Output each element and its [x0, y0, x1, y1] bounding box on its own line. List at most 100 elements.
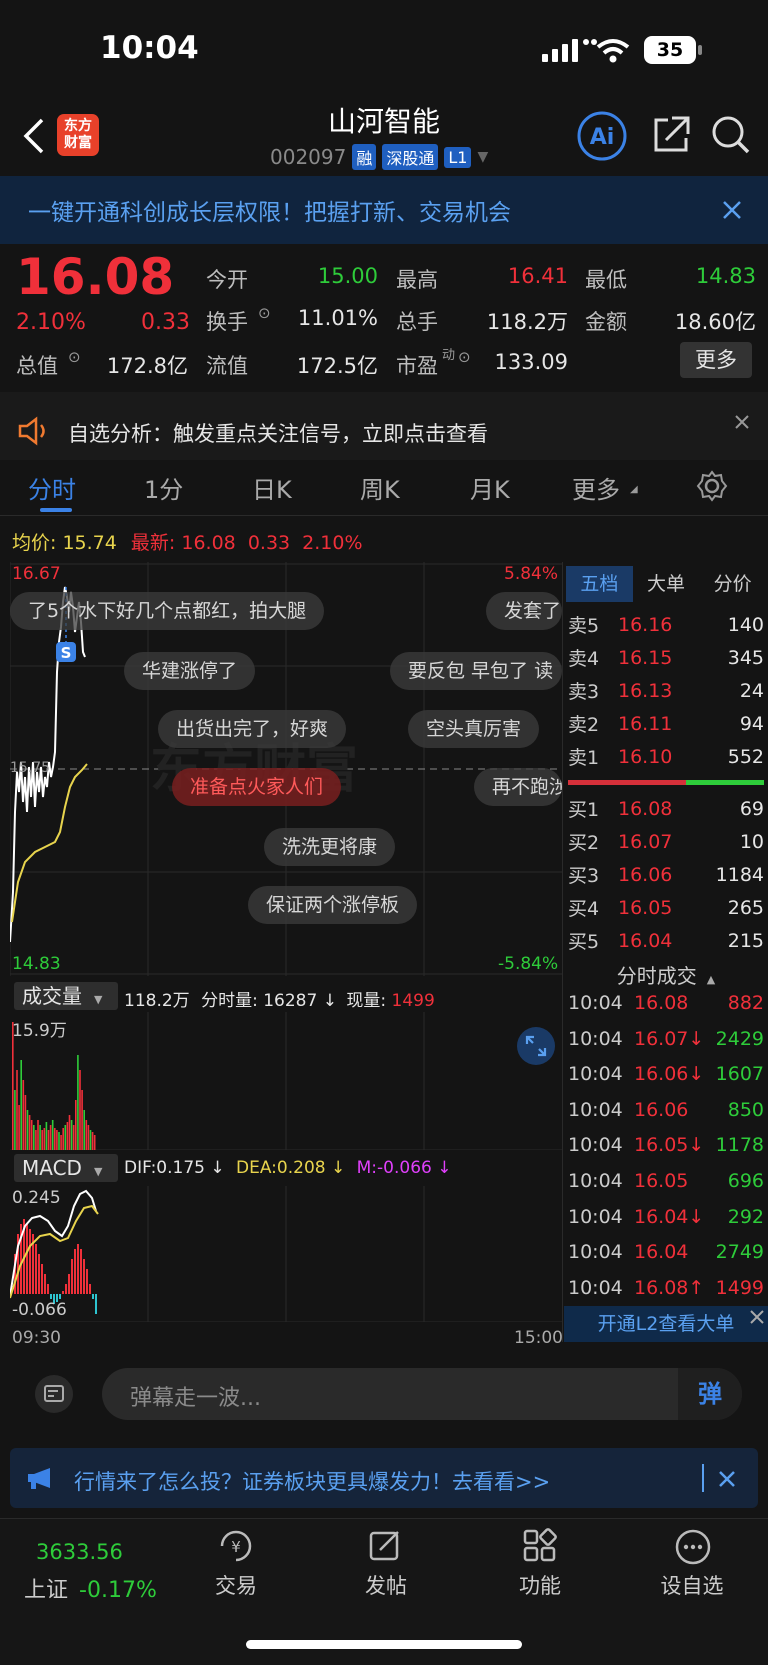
- open-l2-button[interactable]: 开通L2查看大单: [564, 1306, 768, 1342]
- tab-weekly[interactable]: 周K: [360, 470, 400, 505]
- caret-down-icon[interactable]: ▼: [477, 149, 488, 165]
- ticks-header[interactable]: 分时成交 ▲: [564, 960, 768, 989]
- change-pct: 2.10%: [16, 310, 86, 335]
- tab-1min[interactable]: 1分: [144, 470, 183, 505]
- level-price: 16.05: [618, 896, 673, 919]
- comment-icon[interactable]: [34, 1374, 74, 1414]
- y-axis-bottom: 14.83: [12, 954, 61, 974]
- tab-five-levels[interactable]: 五档: [566, 566, 633, 602]
- volume-bar: [51, 1120, 54, 1150]
- promo-strip-text[interactable]: 行情来了怎么投？证券板块更具爆发力！去看看>>: [74, 1466, 550, 1496]
- volume-value: 118.2万: [486, 310, 568, 334]
- level-volume: 24: [739, 679, 764, 702]
- nav-post[interactable]: 发帖: [336, 1570, 436, 1600]
- volume-bar: [12, 1022, 14, 1150]
- orderbook-sell-row[interactable]: 卖4 16.15 345: [568, 641, 764, 674]
- macd-axis-top: 0.245: [12, 1188, 61, 1208]
- macd-chart[interactable]: [10, 1186, 562, 1322]
- tab-price-dist[interactable]: 分价: [699, 566, 766, 602]
- volume-bar: [70, 1120, 73, 1150]
- info-icon[interactable]: ⊙: [458, 348, 471, 366]
- ai-icon[interactable]: Ai: [576, 110, 628, 162]
- tab-big-orders[interactable]: 大单: [633, 566, 700, 602]
- danmu-bullet[interactable]: 发套了: [486, 592, 562, 630]
- info-icon[interactable]: ⊙: [258, 304, 271, 322]
- trade-icon[interactable]: ¥: [216, 1528, 256, 1564]
- close-icon[interactable]: [718, 1470, 736, 1488]
- high-label: 最高: [396, 268, 438, 292]
- x-axis-end: 15:00: [514, 1328, 563, 1348]
- analysis-alert-text[interactable]: 自选分析：触发重点关注信号，立即点击查看: [68, 418, 488, 448]
- tick-time: 10:04: [568, 1276, 623, 1299]
- volume-indicator-select[interactable]: 成交量 ▼: [14, 982, 118, 1010]
- close-icon[interactable]: [748, 1308, 766, 1326]
- macd-bar: [71, 1259, 73, 1294]
- volume-bar: [39, 1125, 41, 1150]
- volume-bar: [72, 1125, 75, 1150]
- macd-bar: [59, 1294, 61, 1299]
- share-icon[interactable]: [650, 114, 692, 156]
- post-icon[interactable]: [368, 1528, 404, 1564]
- divider: [562, 562, 563, 1342]
- more-icon[interactable]: [674, 1528, 712, 1566]
- volume-bar: [26, 1110, 29, 1150]
- danmu-input-placeholder[interactable]: 弹幕走一波...: [130, 1380, 261, 1412]
- pct-axis-bottom: -5.84%: [498, 954, 559, 974]
- danmu-bullet[interactable]: 出货出完了，好爽: [158, 710, 347, 748]
- info-icon[interactable]: ⊙: [68, 348, 81, 366]
- macd-bar: [77, 1244, 79, 1294]
- gear-icon[interactable]: [696, 470, 728, 502]
- index-quote[interactable]: 上证 -0.17%: [24, 1572, 157, 1604]
- more-button[interactable]: 更多: [680, 342, 752, 378]
- sell-marker[interactable]: S: [61, 644, 72, 662]
- volume-bar: [75, 1100, 77, 1150]
- orderbook-sell-row[interactable]: 卖1 16.10 552: [568, 740, 764, 773]
- level-label: 买5: [568, 931, 600, 953]
- danmu-toggle-button[interactable]: 弹: [678, 1368, 742, 1420]
- search-icon[interactable]: [710, 114, 752, 156]
- danmu-bullet[interactable]: 再不跑涉: [474, 768, 562, 806]
- orderbook-sell-row[interactable]: 卖2 16.11 94: [568, 707, 764, 740]
- expand-icon[interactable]: [516, 1026, 556, 1066]
- tab-monthly[interactable]: 月K: [470, 470, 510, 505]
- tab-daily[interactable]: 日K: [252, 470, 292, 505]
- orderbook-buy-row[interactable]: 买4 16.05 265: [568, 891, 764, 924]
- macd-bar: [26, 1224, 28, 1294]
- tick-price: 16.04: [634, 1241, 689, 1264]
- index-value[interactable]: 3633.56: [36, 1540, 123, 1564]
- danmu-bullet[interactable]: 保证两个涨停板: [248, 886, 418, 924]
- wifi-icon: [596, 39, 630, 63]
- danmu-bullet[interactable]: 要反包 早包了 读: [390, 652, 562, 690]
- danmu-bullet[interactable]: 洗洗更将康: [264, 828, 396, 866]
- volume-bar: [37, 1120, 39, 1150]
- macd-bar: [41, 1264, 43, 1294]
- orderbook-buy-row[interactable]: 买3 16.06 1184: [568, 858, 764, 891]
- orderbook-sell-row[interactable]: 卖5 16.16 140: [568, 608, 764, 641]
- close-icon[interactable]: [734, 414, 750, 430]
- orderbook-sell-row[interactable]: 卖3 16.13 24: [568, 674, 764, 707]
- open-value: 15.00: [317, 264, 378, 288]
- danmu-bullet[interactable]: 华建涨停了: [124, 652, 256, 690]
- danmu-bullet[interactable]: 空头真厉害: [408, 710, 540, 748]
- tab-more[interactable]: 更多: [572, 470, 620, 505]
- volume-chart[interactable]: [10, 1012, 562, 1150]
- grid-icon[interactable]: [522, 1528, 558, 1564]
- nav-functions[interactable]: 功能: [490, 1570, 590, 1600]
- orderbook-buy-row[interactable]: 买2 16.07 10: [568, 825, 764, 858]
- macd-bar: [74, 1249, 76, 1294]
- tick-price: 16.05: [634, 1170, 689, 1192]
- nav-trade[interactable]: 交易: [186, 1570, 286, 1600]
- orderbook-buy-row[interactable]: 买5 16.04 215: [568, 924, 764, 957]
- tab-intraday[interactable]: 分时: [28, 470, 76, 505]
- close-icon[interactable]: [722, 200, 742, 220]
- nav-add-watchlist[interactable]: 设自选: [642, 1570, 742, 1600]
- mktcap-label: 总值: [16, 354, 58, 378]
- danmu-bullet-hot[interactable]: 准备点火家人们: [172, 768, 342, 806]
- promo-banner-text[interactable]: 一键开通科创成长层权限！把握打新、交易机会: [28, 193, 511, 227]
- macd-bar: [83, 1259, 85, 1294]
- volume-bar: [83, 1110, 85, 1150]
- macd-indicator-select[interactable]: MACD ▼: [14, 1154, 118, 1182]
- danmu-bullet[interactable]: 了5个水下好几个点都红，拍大腿: [10, 592, 325, 630]
- level-label: 卖2: [568, 714, 600, 736]
- orderbook-buy-row[interactable]: 买1 16.08 69: [568, 792, 764, 825]
